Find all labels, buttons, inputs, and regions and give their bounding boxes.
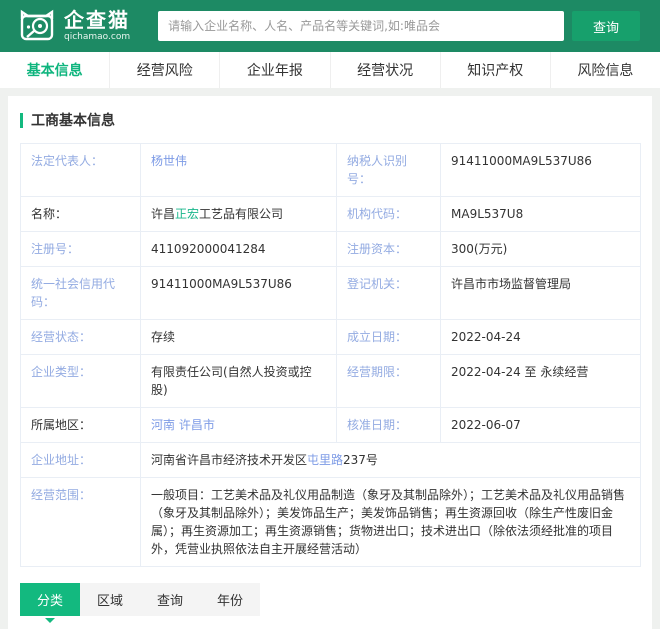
section-accent-bar (20, 112, 23, 128)
company-name-value: 许昌正宏工艺品有限公司 (140, 196, 337, 232)
reg-number-label: 注册号： (20, 231, 141, 267)
table-row: 所属地区： 河南 许昌市 核准日期： 2022-06-07 (20, 407, 641, 443)
address-road-link[interactable]: 屯里路 (307, 453, 343, 467)
legal-rep-label: 法定代表人： (20, 143, 141, 197)
nav-tab-annual-report[interactable]: 企业年报 (219, 52, 329, 88)
site-header: 企查猫 qichamao.com 查询 (0, 0, 660, 52)
nav-tab-operating-status[interactable]: 经营状况 (329, 52, 440, 88)
org-code-value: MA9L537U8 (440, 196, 641, 232)
business-info-table: 法定代表人： 杨世伟 纳税人识别号： 91411000MA9L537U86 名称… (20, 143, 641, 567)
logo-domain: qichamao.com (64, 32, 131, 42)
table-row: 经营状态： 存续 成立日期： 2022-04-24 (20, 319, 641, 355)
business-term-label: 经营期限： (336, 354, 441, 408)
region-link[interactable]: 河南 许昌市 (151, 418, 215, 432)
status-value: 存续 (140, 319, 337, 355)
established-date-value: 2022-04-24 (440, 319, 641, 355)
business-scope-value: 一般项目：工艺美术品及礼仪用品制造（象牙及其制品除外）；工艺美术品及礼仪用品销售… (140, 477, 641, 567)
address-label: 企业地址： (20, 442, 141, 478)
main-card: 工商基本信息 法定代表人： 杨世伟 纳税人识别号： 91411000MA9L53… (8, 96, 652, 629)
section-header: 工商基本信息 (20, 110, 640, 130)
credit-code-label: 统一社会信用代码： (20, 266, 141, 320)
reg-number-value: 411092000041284 (140, 231, 337, 267)
table-row: 企业类型： 有限责任公司(自然人投资或控股) 经营期限： 2022-04-24 … (20, 354, 641, 408)
legal-rep-link[interactable]: 杨世伟 (151, 154, 187, 168)
table-row: 名称： 许昌正宏工艺品有限公司 机构代码： MA9L537U8 (20, 196, 641, 232)
logo-title: 企查猫 (64, 8, 130, 32)
established-date-label: 成立日期： (336, 319, 441, 355)
section-title: 工商基本信息 (31, 113, 115, 129)
taxpayer-id-label: 纳税人识别号： (336, 143, 441, 197)
nav-tab-intellectual-property[interactable]: 知识产权 (439, 52, 550, 88)
table-row: 法定代表人： 杨世伟 纳税人识别号： 91411000MA9L537U86 (20, 143, 641, 197)
table-row: 注册号： 411092000041284 注册资本： 300(万元) (20, 231, 641, 267)
table-row: 统一社会信用代码： 91411000MA9L537U86 登记机关： 许昌市市场… (20, 266, 641, 320)
name-highlight: 正宏 (175, 207, 200, 221)
reg-authority-label: 登记机关： (336, 266, 441, 320)
filter-tab-query[interactable]: 查询 (140, 583, 200, 616)
credit-code-value: 91411000MA9L537U86 (140, 266, 337, 320)
company-name-label: 名称： (20, 196, 141, 232)
search-bar: 查询 (158, 11, 640, 41)
org-code-label: 机构代码： (336, 196, 441, 232)
address-value: 河南省许昌市经济技术开发区屯里路237号 (140, 442, 641, 478)
filter-tab-bar: 分类 区域 查询 年份 (20, 583, 261, 616)
table-row: 经营范围： 一般项目：工艺美术品及礼仪用品制造（象牙及其制品除外）；工艺美术品及… (20, 477, 641, 567)
status-label: 经营状态： (20, 319, 141, 355)
search-input[interactable] (158, 11, 564, 41)
reg-authority-value: 许昌市市场监督管理局 (440, 266, 641, 320)
business-term-value: 2022-04-24 至 永续经营 (440, 354, 641, 408)
taxpayer-id-value: 91411000MA9L537U86 (440, 143, 641, 197)
nav-tab-risk-info[interactable]: 风险信息 (549, 52, 660, 88)
table-row: 企业地址： 河南省许昌市经济技术开发区屯里路237号 (20, 442, 641, 478)
company-type-label: 企业类型： (20, 354, 141, 408)
nav-tab-basic-info[interactable]: 基本信息 (0, 52, 109, 88)
nav-tab-operating-risk[interactable]: 经营风险 (109, 52, 219, 88)
filter-tab-category[interactable]: 分类 (20, 583, 81, 616)
primary-nav: 基本信息 经营风险 企业年报 经营状况 知识产权 风险信息 (0, 52, 660, 88)
approval-date-label: 核准日期： (336, 407, 441, 443)
reg-capital-label: 注册资本： (336, 231, 441, 267)
region-label: 所属地区： (20, 407, 141, 443)
search-button[interactable]: 查询 (572, 11, 640, 41)
active-tab-caret-icon (45, 618, 55, 623)
business-scope-label: 经营范围： (20, 477, 141, 567)
company-type-value: 有限责任公司(自然人投资或控股) (140, 354, 337, 408)
filter-tab-region[interactable]: 区域 (80, 583, 140, 616)
filter-tab-year[interactable]: 年份 (200, 583, 260, 616)
reg-capital-value: 300(万元) (440, 231, 641, 267)
site-logo[interactable]: 企查猫 qichamao.com (18, 9, 130, 43)
approval-date-value: 2022-06-07 (440, 407, 641, 443)
cat-magnifier-logo-icon (20, 9, 54, 41)
